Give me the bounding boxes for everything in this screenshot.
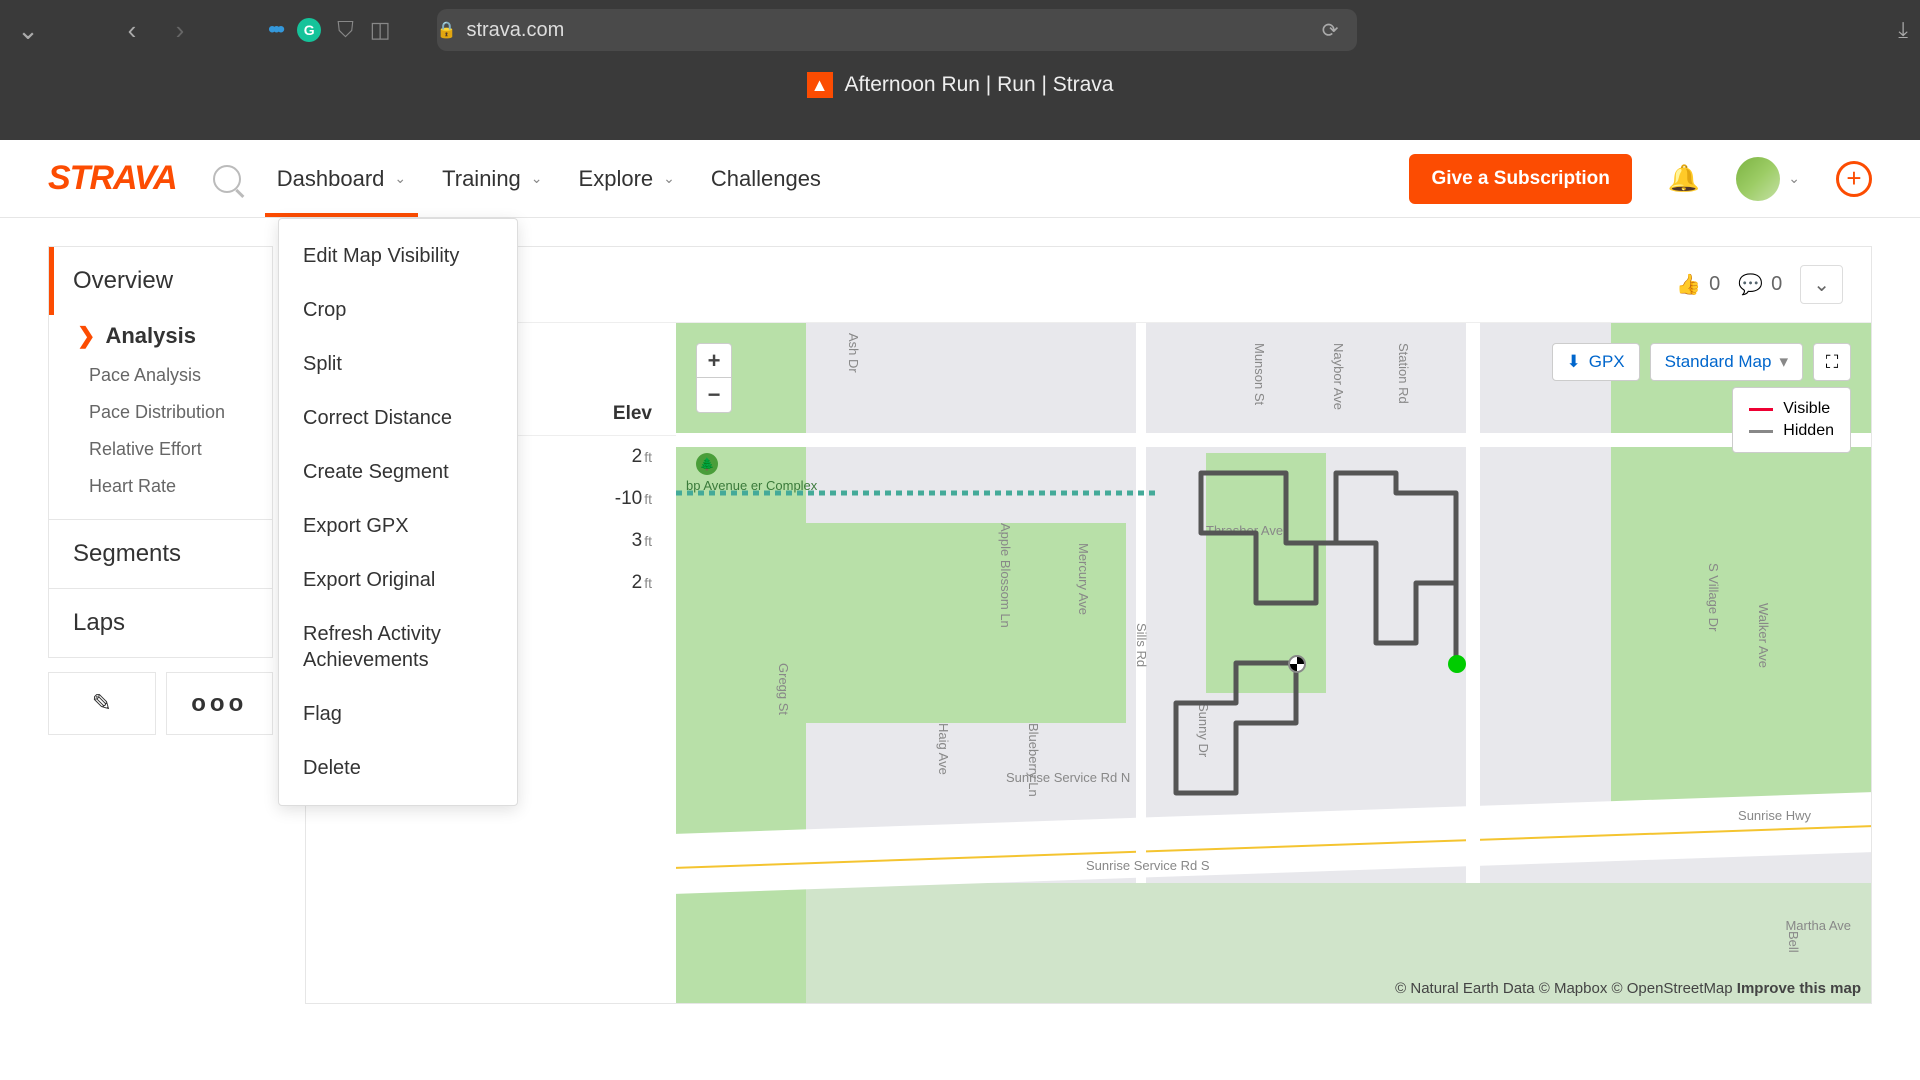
nav-explore[interactable]: Explore ⌄ — [579, 142, 675, 216]
download-icon: ⬇ — [1567, 352, 1581, 372]
menu-refresh-achievements[interactable]: Refresh Activity Achievements — [279, 607, 517, 687]
shield-outline-icon[interactable]: ⛉ — [337, 17, 354, 43]
sidebar-laps[interactable]: Laps — [49, 589, 272, 657]
edit-button[interactable]: ✎ — [48, 672, 156, 735]
chevron-down-icon: ⌄ — [531, 170, 543, 187]
strava-favicon-icon: ▲ — [807, 72, 833, 98]
sidebar-pace-analysis[interactable]: Pace Analysis — [49, 357, 272, 394]
chevron-down-icon: ⌄ — [394, 170, 406, 187]
activity-menu-button[interactable]: ⌄ — [1800, 265, 1843, 304]
zoom-out-button[interactable]: − — [697, 378, 731, 412]
zoom-in-button[interactable]: + — [697, 344, 731, 378]
pencil-icon: ✎ — [92, 689, 112, 718]
start-marker-icon — [1448, 655, 1466, 673]
reader-icon[interactable]: ••• — [268, 16, 281, 44]
map-style-select[interactable]: Standard Map ▾ — [1650, 343, 1803, 381]
sidebar-segments[interactable]: Segments — [49, 520, 272, 588]
poi-icon: 🌲 — [696, 453, 718, 475]
chevron-down-icon: ⌄ — [1813, 274, 1830, 296]
menu-export-original[interactable]: Export Original — [279, 553, 517, 607]
comments-count[interactable]: 💬 0 — [1738, 272, 1782, 297]
forward-icon: › — [164, 15, 196, 46]
menu-crop[interactable]: Crop — [279, 283, 517, 337]
panel-header: mino – Run 👍 0 💬 0 ⌄ — [306, 247, 1871, 323]
browser-tab[interactable]: ▲ Afternoon Run | Run | Strava — [0, 60, 1920, 110]
main-panel: mino – Run 👍 0 💬 0 ⌄ s GAP — [305, 246, 1872, 1004]
main-nav: STRAVA Dashboard ⌄ Training ⌄ Explore ⌄ … — [0, 140, 1920, 218]
user-menu[interactable]: ⌄ — [1736, 157, 1800, 201]
add-button[interactable]: + — [1836, 161, 1872, 197]
grammarly-icon[interactable]: G — [297, 18, 321, 42]
menu-edit-visibility[interactable]: Edit Map Visibility — [279, 229, 517, 283]
tab-title: Afternoon Run | Run | Strava — [845, 73, 1114, 97]
chevron-down-icon: ▾ — [1779, 352, 1788, 372]
menu-split[interactable]: Split — [279, 337, 517, 391]
map-legend: Visible Hidden — [1732, 387, 1851, 453]
nav-dashboard[interactable]: Dashboard ⌄ — [277, 142, 406, 216]
back-icon[interactable]: ‹ — [116, 15, 148, 46]
sidebar-analysis[interactable]: Analysis — [49, 315, 272, 357]
sidebar: Overview Analysis Pace Analysis Pace Dis… — [48, 246, 273, 1004]
map[interactable]: Ash Dr bp Avenue er Complex Apple Blosso… — [676, 323, 1871, 1003]
subscribe-button[interactable]: Give a Subscription — [1409, 154, 1631, 204]
avatar — [1736, 157, 1780, 201]
map-attribution: © Natural Earth Data © Mapbox © OpenStre… — [1395, 980, 1861, 997]
end-marker-icon — [1288, 655, 1306, 673]
more-actions-button[interactable]: ooo — [166, 672, 274, 735]
strava-logo[interactable]: STRAVA — [48, 159, 177, 198]
download-icon[interactable]: ⤓ — [1898, 17, 1908, 43]
nav-challenges[interactable]: Challenges — [711, 142, 821, 216]
thumbs-up-icon: 👍 — [1676, 272, 1701, 297]
sidebar-relative-effort[interactable]: Relative Effort — [49, 431, 272, 468]
menu-create-segment[interactable]: Create Segment — [279, 445, 517, 499]
chevron-down-icon: ⌄ — [663, 170, 675, 187]
menu-export-gpx[interactable]: Export GPX — [279, 499, 517, 553]
url-text: strava.com — [466, 19, 564, 42]
sidebar-pace-distribution[interactable]: Pace Distribution — [49, 394, 272, 431]
privacy-shield-icon[interactable]: ◫ — [370, 17, 391, 43]
chevron-down-icon[interactable]: ⌄ — [12, 15, 44, 46]
kudos-count[interactable]: 👍 0 — [1676, 272, 1720, 297]
browser-chrome: ⌄ ‹ › ••• G ⛉ ◫ 🔒 strava.com ⟳ ⤓ ▲ After… — [0, 0, 1920, 140]
ellipsis-icon: ooo — [191, 690, 247, 718]
improve-map-link[interactable]: Improve this map — [1737, 980, 1861, 997]
sidebar-overview[interactable]: Overview — [49, 247, 272, 315]
nav-training[interactable]: Training ⌄ — [442, 142, 542, 216]
lock-icon: 🔒 — [437, 20, 457, 40]
menu-correct-distance[interactable]: Correct Distance — [279, 391, 517, 445]
menu-delete[interactable]: Delete — [279, 741, 517, 795]
url-bar[interactable]: 🔒 strava.com ⟳ — [437, 9, 1357, 51]
map-zoom: + − — [696, 343, 732, 413]
search-icon[interactable] — [213, 165, 241, 193]
chevron-down-icon: ⌄ — [1788, 170, 1800, 187]
menu-flag[interactable]: Flag — [279, 687, 517, 741]
bell-icon[interactable]: 🔔 — [1668, 163, 1700, 194]
gpx-button[interactable]: ⬇ GPX — [1552, 343, 1640, 381]
fullscreen-button[interactable]: ⛶ — [1813, 343, 1851, 381]
refresh-icon[interactable]: ⟳ — [1322, 18, 1339, 43]
comment-icon: 💬 — [1738, 272, 1763, 297]
sidebar-heart-rate[interactable]: Heart Rate — [49, 468, 272, 505]
actions-menu: Edit Map Visibility Crop Split Correct D… — [278, 218, 518, 806]
